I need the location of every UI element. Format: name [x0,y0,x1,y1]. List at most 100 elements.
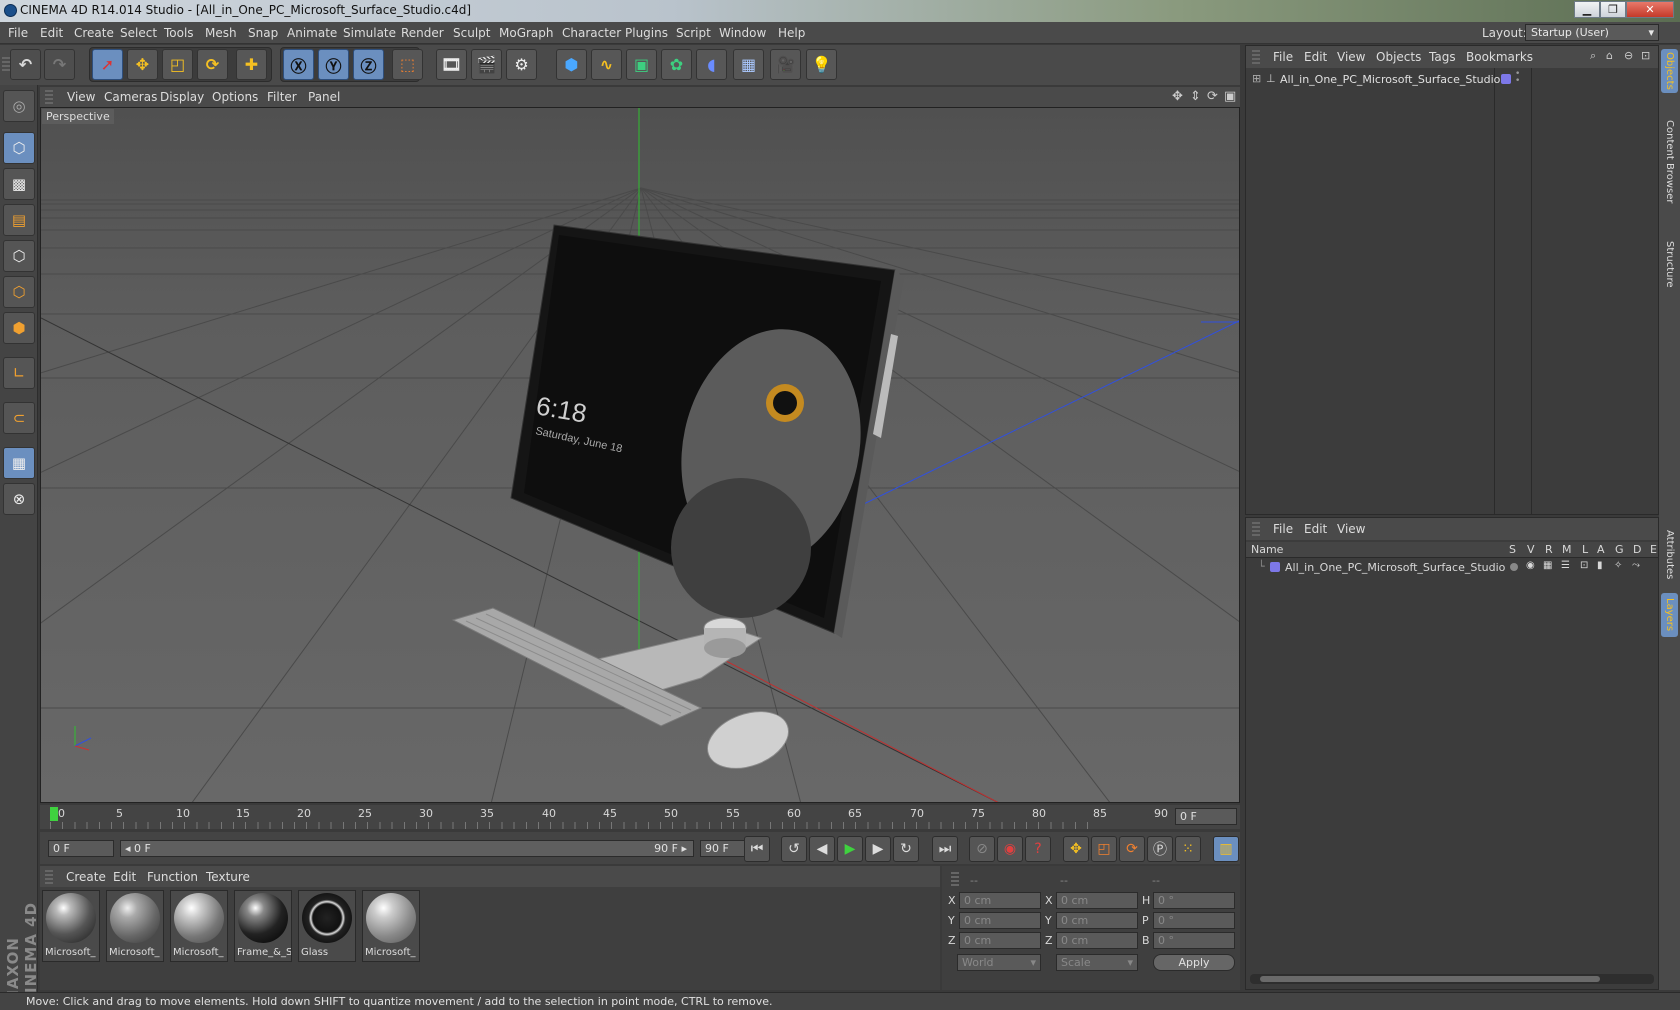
menu-simulate[interactable]: Simulate [343,26,396,40]
apply-button[interactable]: Apply [1153,954,1235,971]
previous-frame-icon[interactable]: ◀ [809,836,835,862]
make-editable-icon[interactable]: ◎ [3,90,35,122]
viewport-rotate-icon[interactable]: ⟳ [1207,89,1218,104]
add-icon[interactable]: ✚ [236,49,267,80]
coordinate-system-icon[interactable]: ⬚ [392,49,423,80]
layer-name[interactable]: All_in_One_PC_Microsoft_Surface_Studio [1285,561,1505,574]
tab-layers[interactable]: Layers [1661,593,1678,637]
maximize-button[interactable]: ❐ [1600,1,1626,18]
layer-col-view[interactable]: V [1527,543,1535,556]
layer-row[interactable]: └ All_in_One_PC_Microsoft_Surface_Studio… [1246,559,1658,576]
rotation-h-field[interactable]: 0 ° [1153,892,1235,909]
array-icon[interactable]: ✿ [661,49,692,80]
viewport-menu-view[interactable]: View [67,90,95,104]
viewport-menu-panel[interactable]: Panel [308,90,340,104]
menu-character[interactable]: Character [562,26,621,40]
timeline-track[interactable]: 0 5 10 15 20 25 30 35 40 45 50 55 60 65 … [50,805,1168,829]
layer-menu-file[interactable]: File [1273,522,1293,536]
model-mode-icon[interactable]: ⬡ [3,132,35,164]
live-selection-icon[interactable]: ➚ [92,49,123,80]
tab-attributes[interactable]: Attributes [1661,520,1678,590]
menu-sculpt[interactable]: Sculpt [453,26,490,40]
material-swatch[interactable]: Microsoft_ [106,890,164,962]
menu-render[interactable]: Render [401,26,444,40]
tab-structure[interactable]: Structure [1661,231,1678,297]
workplane-grid-icon[interactable]: ▦ [3,447,35,479]
lock-toggle-icon[interactable]: ⊡ [1580,560,1588,571]
size-z-field[interactable]: 0 cm [1056,932,1138,949]
layer-color-icon[interactable] [1270,562,1280,572]
layer-col-render[interactable]: R [1545,543,1553,556]
expand-icon[interactable]: ⊞ [1252,72,1261,85]
locked-workplane-icon[interactable]: ⊗ [3,483,35,515]
render-toggle-icon[interactable]: ▦ [1543,560,1552,571]
z-axis-icon[interactable]: Ⓩ [353,49,384,80]
menu-mesh[interactable]: Mesh [205,26,237,40]
viewport-menu-filter[interactable]: Filter [267,90,297,104]
rotation-p-field[interactable]: 0 ° [1153,912,1235,929]
keyframe-selection-icon[interactable]: ? [1025,836,1051,862]
menu-window[interactable]: Window [719,26,766,40]
layer-menu-view[interactable]: View [1337,522,1365,536]
material-swatch[interactable]: Microsoft_ [362,890,420,962]
material-menu-create[interactable]: Create [66,870,106,884]
scrollbar-thumb[interactable] [1260,976,1600,982]
rotate-icon[interactable]: ⟳ [197,49,228,80]
layer-col-expressions[interactable]: E [1650,543,1657,556]
manager-toggle-icon[interactable]: ☰ [1561,560,1570,571]
render-picture-viewer-icon[interactable]: 🎬 [471,49,502,80]
layer-col-deformers[interactable]: D [1633,543,1641,556]
material-menu-function[interactable]: Function [147,870,198,884]
viewport-maximize-icon[interactable]: ▣ [1224,89,1236,104]
visibility-dots-icon[interactable]: • • [1515,70,1520,86]
key-pla-icon[interactable]: ⁙ [1175,836,1201,862]
menu-edit[interactable]: Edit [40,26,63,40]
layer-menu-edit[interactable]: Edit [1304,522,1327,536]
lock-icon[interactable]: ⊖ [1624,49,1633,62]
tab-content-browser[interactable]: Content Browser [1661,97,1678,227]
layout-dropdown[interactable]: Startup (User) ▾ [1525,24,1659,41]
menu-file[interactable]: File [8,26,28,40]
play-icon[interactable]: ▶ [837,836,863,862]
deformer-toggle-icon[interactable]: ⤳ [1632,560,1640,571]
key-position-icon[interactable]: ✥ [1063,836,1089,862]
workplane-icon[interactable]: ▤ [3,204,35,236]
record-active-icon[interactable]: ⊘ [969,836,995,862]
axis-mode-icon[interactable]: ∟ [3,357,35,389]
viewport-menu-options[interactable]: Options [212,90,258,104]
key-parameter-icon[interactable]: Ⓟ [1147,836,1173,862]
go-to-end-icon[interactable]: ⏭ [932,836,958,862]
move-icon[interactable]: ✥ [127,49,158,80]
material-swatch[interactable]: Frame_&_S [234,890,292,962]
layer-col-solo[interactable]: S [1509,543,1516,556]
menu-animate[interactable]: Animate [287,26,337,40]
menu-mograph[interactable]: MoGraph [499,26,554,40]
menu-help[interactable]: Help [778,26,805,40]
next-frame-icon[interactable]: ▶ [865,836,891,862]
key-scale-icon[interactable]: ◰ [1091,836,1117,862]
size-x-field[interactable]: 0 cm [1056,892,1138,909]
edit-render-settings-icon[interactable]: ⚙ [506,49,537,80]
viewport-move-icon[interactable]: ✥ [1172,89,1183,104]
playhead[interactable] [50,807,58,821]
material-swatch[interactable]: Glass [298,890,356,962]
deformer-icon[interactable]: ◖ [696,49,727,80]
layer-col-manager[interactable]: M [1562,543,1572,556]
spline-pen-icon[interactable]: ∿ [591,49,622,80]
key-rotation-icon[interactable]: ⟳ [1119,836,1145,862]
preview-range-slider[interactable]: ◂ 0 F 90 F ▸ [120,840,694,857]
minimize-button[interactable]: ▁ [1574,1,1600,18]
object-menu-view[interactable]: View [1337,50,1365,64]
tab-objects[interactable]: Objects [1661,49,1678,93]
previous-key-icon[interactable]: ↺ [781,836,807,862]
start-frame-field[interactable]: 0 F [48,840,114,857]
menu-select[interactable]: Select [120,26,157,40]
points-mode-icon[interactable]: ⬡ [3,240,35,272]
rotation-b-field[interactable]: 0 ° [1153,932,1235,949]
coord-system-dropdown[interactable]: World ▾ [957,954,1041,971]
viewport-menu-cameras[interactable]: Cameras [104,90,157,104]
material-swatch[interactable]: Microsoft_ [170,890,228,962]
y-axis-icon[interactable]: Ⓨ [318,49,349,80]
x-axis-icon[interactable]: Ⓧ [283,49,314,80]
next-key-icon[interactable]: ↻ [893,836,919,862]
